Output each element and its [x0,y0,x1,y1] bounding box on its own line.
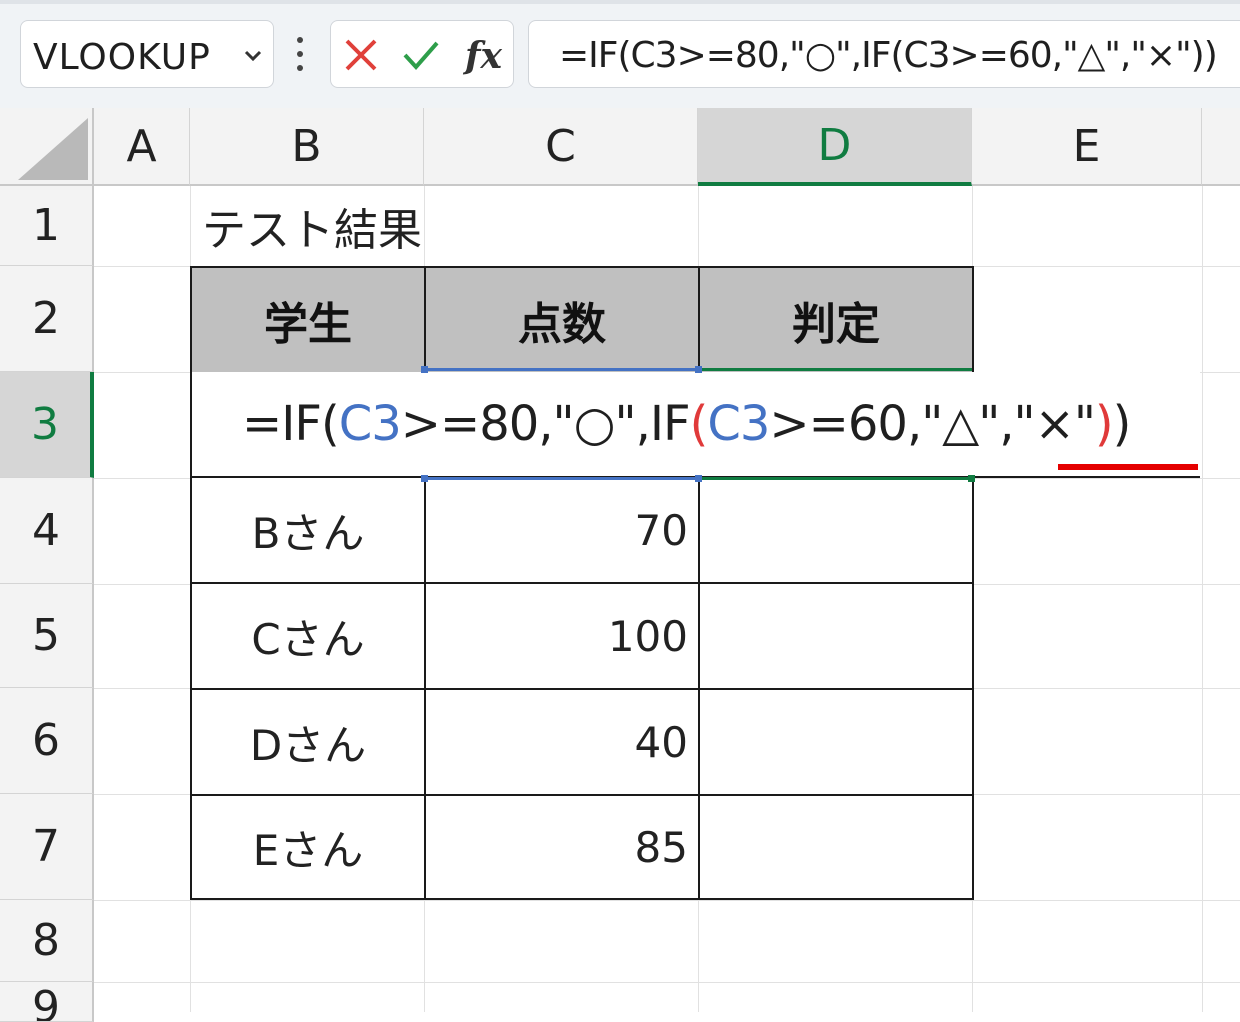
reference-handle[interactable] [695,366,702,373]
row-header-5[interactable]: 5 [0,584,94,688]
fill-handle[interactable] [968,475,975,482]
active-cell-border-top [698,368,972,371]
highlight-underline [1058,464,1198,470]
judgement-cell[interactable] [698,794,974,900]
formula-segment: >=80,"○",IF [400,396,691,452]
gridline [1202,186,1203,1012]
worksheet-grid: A B C D E 1 2 3 4 5 6 7 8 9 テスト結果 学生 点数 … [0,108,1240,1022]
column-header-d[interactable]: D [698,108,972,186]
header-cell-student[interactable]: 学生 [190,266,426,374]
formula-paren: ) [1094,396,1114,452]
row-header-2[interactable]: 2 [0,266,94,372]
select-all-corner[interactable] [0,108,94,186]
judgement-cell[interactable] [698,582,974,690]
row-header-8[interactable]: 8 [0,900,94,982]
chevron-down-icon[interactable] [241,43,265,67]
student-name-cell[interactable]: Eさん [190,794,426,900]
row-header-9[interactable]: 9 [0,982,94,1022]
row-header-4[interactable]: 4 [0,478,94,584]
formula-reference: C3 [338,396,402,452]
name-box-value: VLOOKUP [33,37,211,78]
cancel-icon[interactable] [341,35,381,75]
reference-highlight-top [424,368,698,371]
gridline [94,900,1240,901]
active-cell-border-bottom [698,477,972,480]
reference-highlight-bottom [424,477,698,480]
more-options-icon[interactable] [292,34,308,74]
reference-handle[interactable] [421,475,428,482]
formula-paren: ( [689,396,709,452]
judgement-cell[interactable] [698,688,974,796]
score-cell[interactable]: 70 [424,476,700,584]
column-header-f[interactable] [1202,108,1240,186]
name-box[interactable]: VLOOKUP [20,20,274,88]
score-cell[interactable]: 40 [424,688,700,796]
column-header-e[interactable]: E [972,108,1202,186]
formula-actions: fx [330,20,514,88]
formula-text: =IF(C3>=80,"○",IF(C3>=60,"△","×")) [559,35,1218,76]
formula-input[interactable]: =IF(C3>=80,"○",IF(C3>=60,"△","×")) [528,20,1240,88]
select-all-triangle-icon [18,118,88,180]
enter-check-icon[interactable] [401,35,441,75]
formula-reference: C3 [707,396,770,452]
formula-segment: =IF( [242,396,340,452]
insert-function-icon[interactable]: fx [465,35,502,77]
toolbar-top-edge [0,0,1240,4]
row-header-6[interactable]: 6 [0,688,94,794]
formula-toolbar: VLOOKUP fx =IF(C3>=80,"○",IF(C3>=60,"△",… [0,0,1240,108]
in-cell-formula[interactable]: =IF(C3>=80,"○",IF(C3>=60,"△","×")) [242,396,1132,452]
reference-handle[interactable] [695,475,702,482]
student-name-cell[interactable]: Bさん [190,476,426,584]
row-header-1[interactable]: 1 [0,186,94,266]
sheet-title-cell[interactable]: テスト結果 [190,186,698,266]
formula-segment: ) [1112,396,1132,452]
reference-handle[interactable] [421,366,428,373]
score-cell[interactable]: 85 [424,794,700,900]
judgement-cell[interactable] [698,476,974,584]
column-header-c[interactable]: C [424,108,698,186]
row-header-3[interactable]: 3 [0,372,94,478]
row-header-7[interactable]: 7 [0,794,94,900]
formula-segment: >=60,"△","×" [769,396,1095,452]
gridline [94,982,1240,983]
column-header-b[interactable]: B [190,108,424,186]
student-name-cell[interactable]: Dさん [190,688,426,796]
score-cell[interactable]: 100 [424,582,700,690]
student-name-cell[interactable]: Cさん [190,582,426,690]
header-cell-judgement[interactable]: 判定 [698,266,974,374]
header-cell-score[interactable]: 点数 [424,266,700,374]
column-header-a[interactable]: A [94,108,190,186]
